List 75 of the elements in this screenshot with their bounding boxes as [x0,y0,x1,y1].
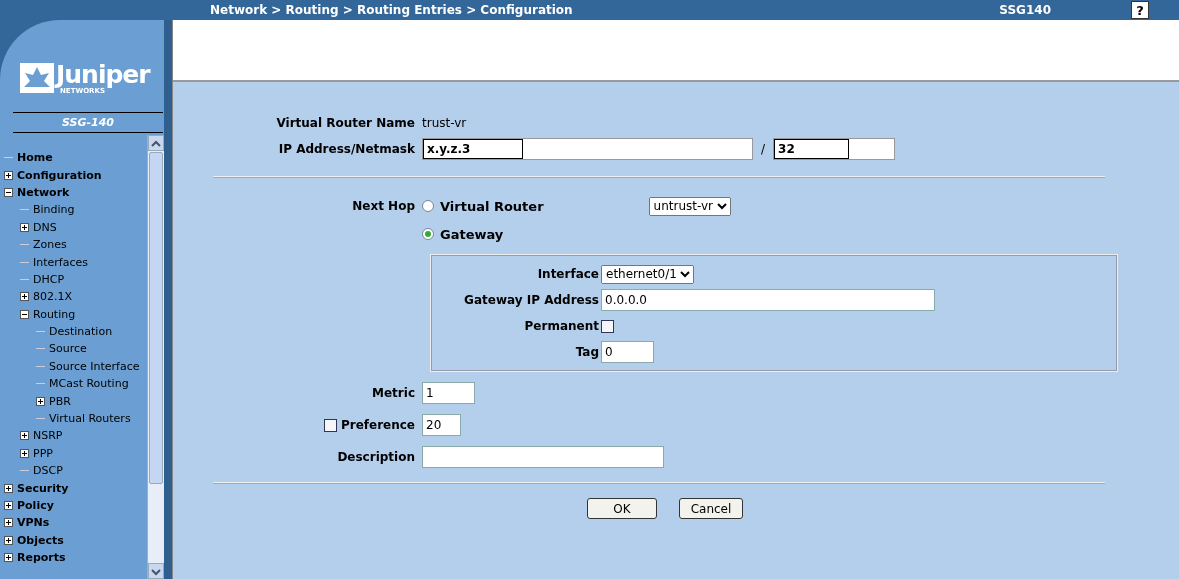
netmask-field[interactable]: 32 [773,138,896,160]
checkbox[interactable] [601,319,614,333]
ip-address-field[interactable]: x.y.z.3 [422,138,753,160]
radio-icon[interactable] [422,228,434,240]
nav-item[interactable]: Reports [15,551,66,565]
expand-icon[interactable] [20,222,29,232]
nav-item[interactable]: Binding [31,203,75,217]
expand-icon[interactable] [4,518,13,528]
field-label: Gateway IP Address [463,293,600,307]
device-model: SSG-140 [13,112,163,133]
expand-icon[interactable] [4,501,13,510]
expand-icon[interactable] [4,535,13,545]
radio-option[interactable]: Virtual Router [422,198,544,214]
nav-item[interactable]: Network [15,185,70,199]
field-label: Virtual Router Name [275,116,416,130]
field-label: Metric [371,386,416,400]
scroll-up-icon[interactable] [148,135,164,151]
field-label: Preference [340,418,415,432]
nav-item[interactable]: Routing [31,307,76,321]
nav-item[interactable]: Security [15,481,69,495]
expand-icon[interactable] [4,483,13,493]
nav-item[interactable]: DHCP [31,272,65,286]
nav-item[interactable]: DNS [31,220,57,234]
nav-item[interactable]: PBR [47,394,71,408]
scroll-down-icon[interactable] [148,563,164,579]
gateway-ip-field[interactable]: 0.0.0.0 [601,289,935,311]
nav-item[interactable]: Destination [47,325,113,339]
nav-item[interactable]: DSCP [31,464,63,478]
field-label: Description [336,450,416,464]
nav-item[interactable]: Source Interface [47,359,140,373]
expand-icon[interactable] [36,396,45,406]
cancel-button[interactable]: Cancel [679,498,743,519]
expand-icon[interactable] [20,448,29,458]
nav-item[interactable]: Zones [31,238,67,252]
help-button[interactable]: ? [1131,1,1149,19]
expand-icon[interactable] [20,292,29,302]
separator: / [761,142,766,156]
scrollbar[interactable] [147,135,164,579]
nav-item[interactable]: Configuration [15,168,102,182]
field-value: trust-vr [422,116,467,130]
nav-item[interactable]: Policy [15,499,54,512]
logo-text: Juniper [56,61,150,88]
tag-field[interactable]: 0 [601,341,654,363]
scroll-thumb[interactable] [149,152,163,484]
nav-item[interactable]: Home [15,151,53,165]
interface-select[interactable]: ethernet0/1 [601,264,694,284]
nav-item[interactable]: Source [47,342,87,356]
preference-field[interactable]: 20 [422,414,461,436]
nav-item[interactable]: Virtual Routers [47,412,131,426]
field-label: Tag [574,345,600,359]
leaf-logo-icon [20,63,54,93]
nav-item[interactable]: 802.1X [31,290,73,304]
nav-item[interactable]: MCast Routing [47,377,129,391]
expand-icon[interactable] [20,431,29,441]
expand-icon[interactable] [4,170,13,180]
device-name: SSG140 [999,3,1051,17]
nav-item[interactable]: Objects [15,533,64,547]
field-label: Permanent [523,319,600,333]
expand-icon[interactable] [4,553,13,563]
nav-item[interactable]: NSRP [31,429,63,443]
field-label: Interface [536,267,600,281]
nav-item[interactable]: VPNs [15,516,50,530]
metric-field[interactable]: 1 [422,382,475,404]
collapse-icon[interactable] [20,309,29,319]
breadcrumb: Network > Routing > Routing Entries > Configuration [210,3,573,17]
nav-item[interactable]: Interfaces [31,255,88,269]
radio-icon[interactable] [422,200,434,212]
field-label: IP Address/Netmask [277,142,416,156]
nav-item[interactable]: PPP [31,446,53,460]
radio-option[interactable]: Gateway [422,226,504,242]
ok-button[interactable]: OK [587,498,657,519]
field-label: Next Hop [351,199,416,213]
checkbox[interactable] [323,418,337,432]
router-select[interactable]: untrust-vr [648,196,731,216]
collapse-icon[interactable] [4,187,13,197]
